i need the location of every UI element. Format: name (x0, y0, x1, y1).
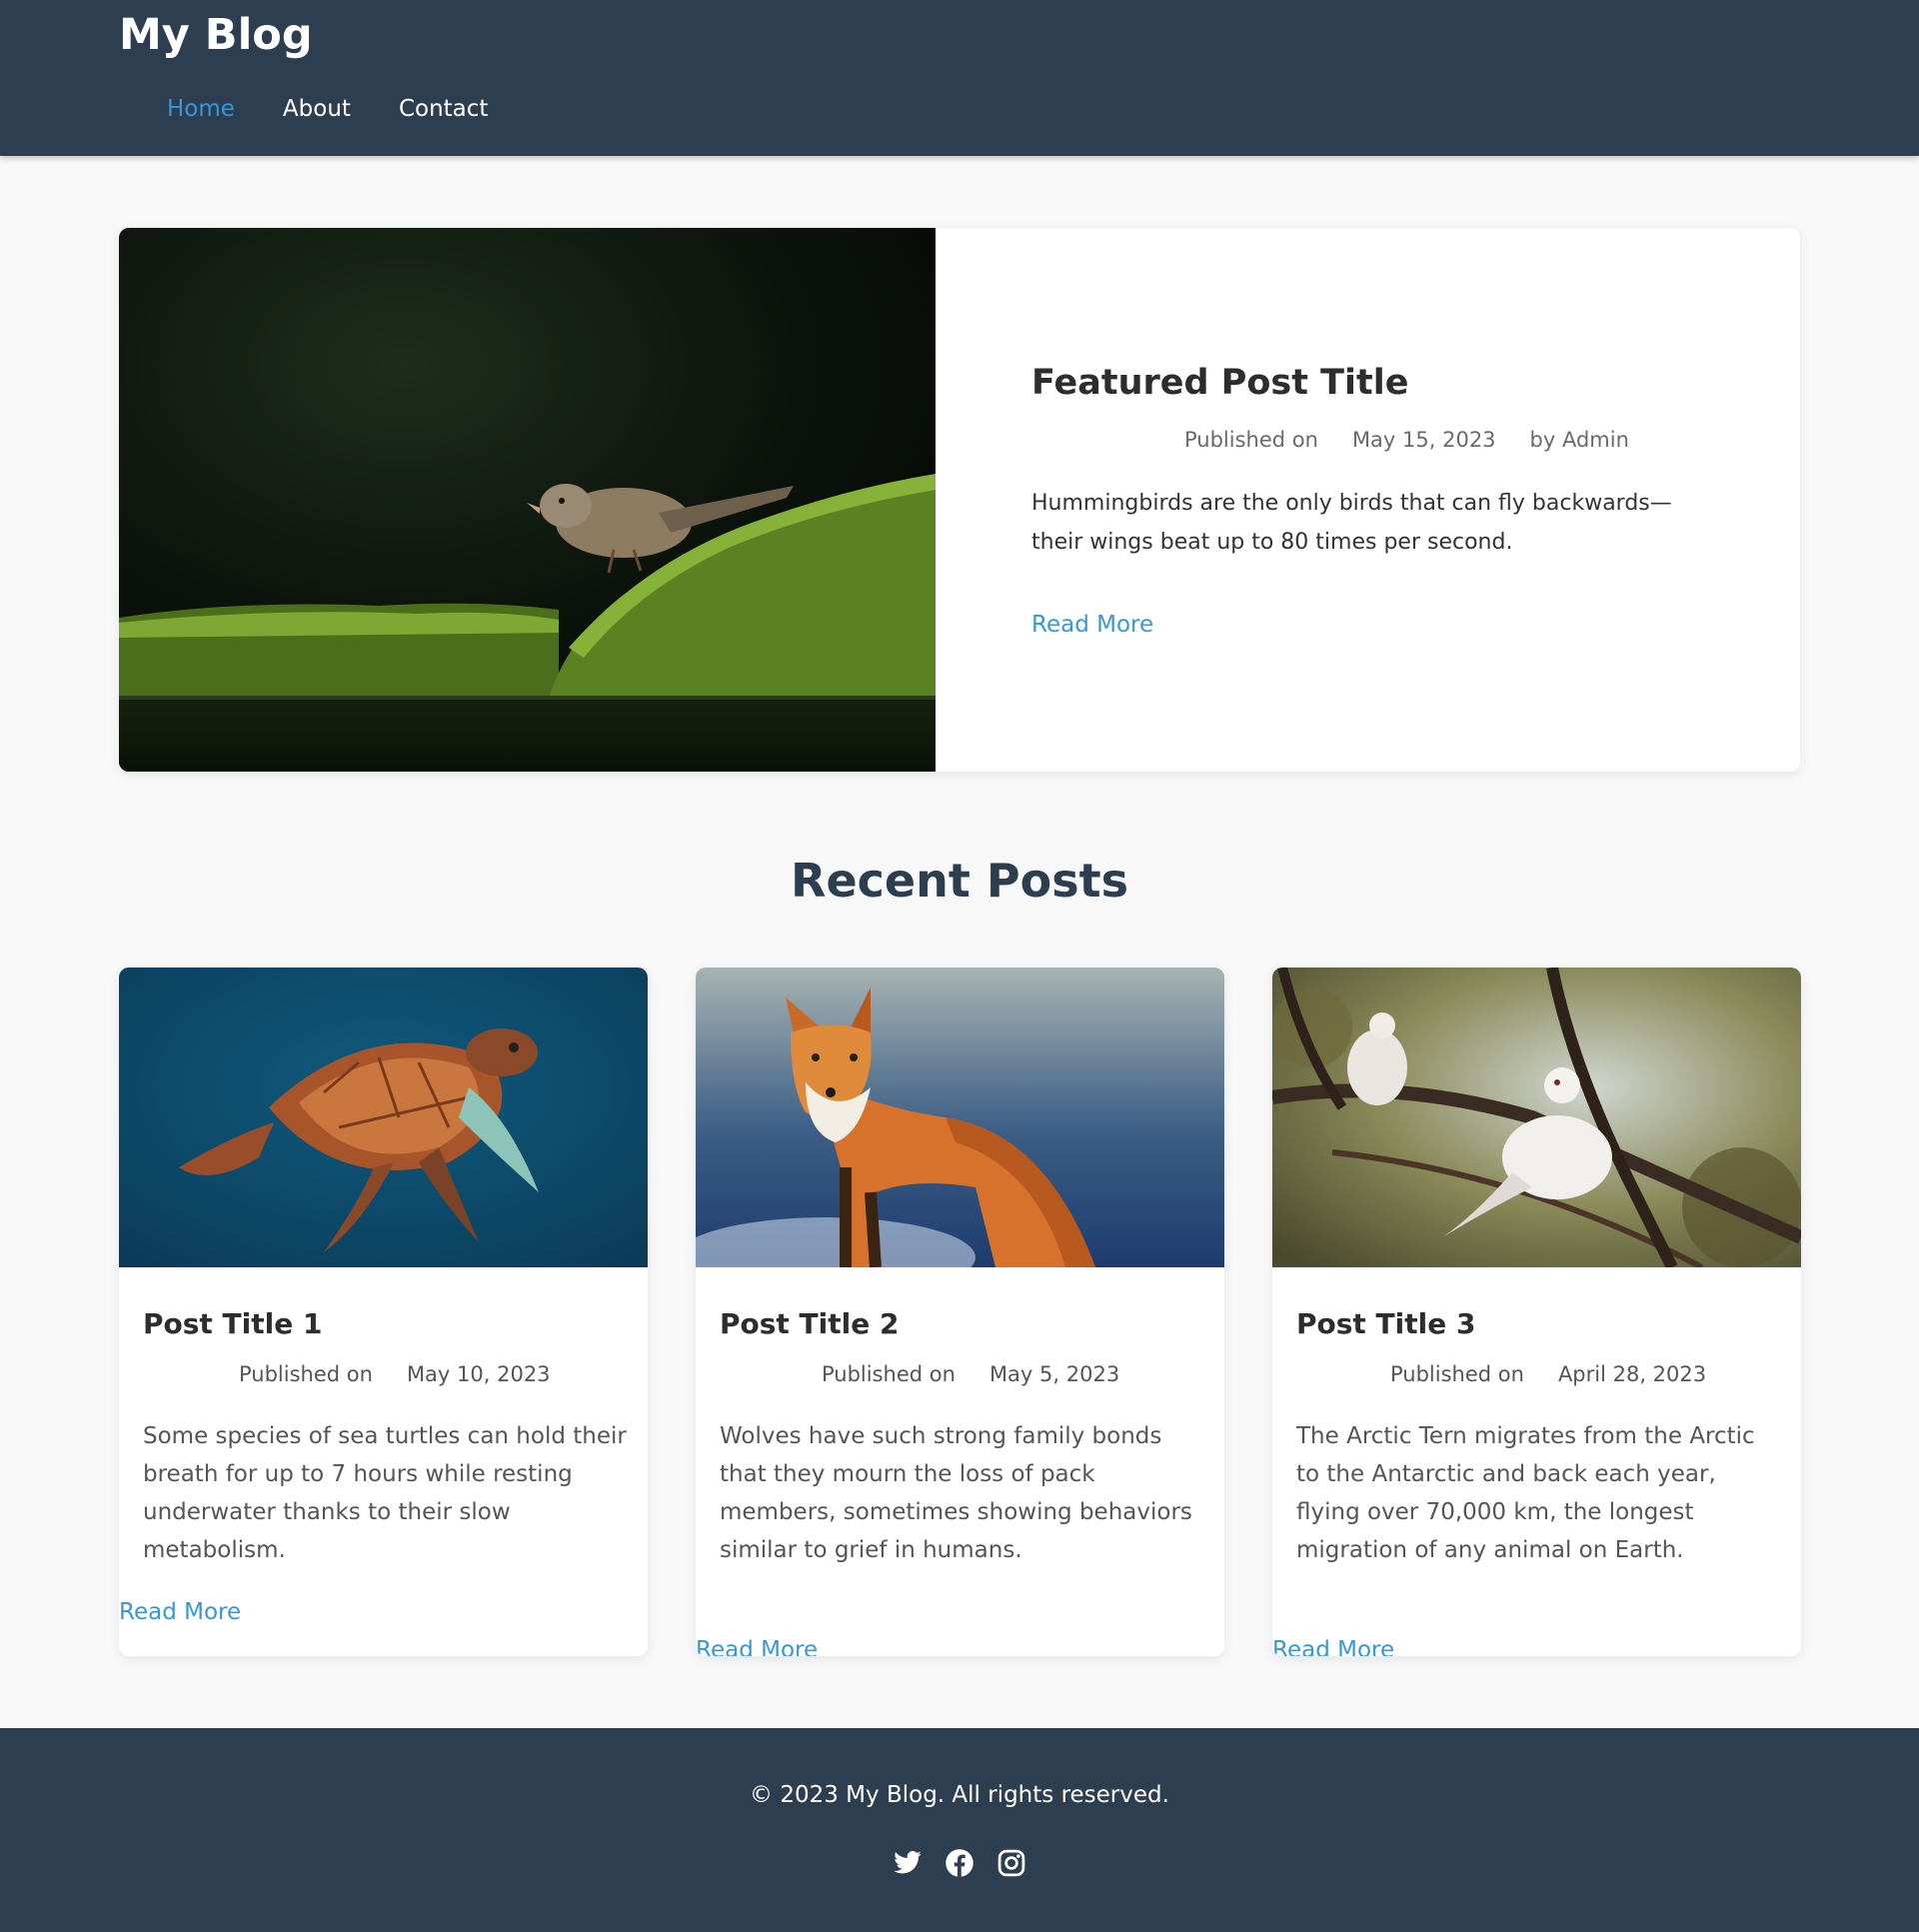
post-card-image[interactable] (1272, 967, 1801, 1267)
nav-contact-link[interactable]: Contact (399, 96, 488, 122)
twitter-icon[interactable] (893, 1848, 923, 1878)
site-header: My Blog Home About Contact (0, 0, 1919, 156)
featured-post-meta: Published on May 15, 2023 by Admin (1184, 428, 1629, 452)
site-title[interactable]: My Blog (119, 10, 313, 60)
site-footer: © 2023 My Blog. All rights reserved. (0, 1728, 1919, 1932)
post-card-meta: Published on April 28, 2023 (1390, 1362, 1706, 1386)
post-card-read-more-link[interactable]: Read More (119, 1599, 241, 1625)
post-card-excerpt: Some species of sea turtles can hold the… (143, 1423, 627, 1563)
facebook-icon[interactable] (945, 1848, 974, 1878)
post-card-meta: Published on May 5, 2023 (822, 1362, 1119, 1386)
nav-home-link[interactable]: Home (167, 96, 235, 122)
post-card-read-more-link[interactable]: Read More (1272, 1637, 1394, 1656)
featured-post-excerpt: Hummingbirds are the only birds that can… (1031, 491, 1672, 555)
post-card-title[interactable]: Post Title 2 (720, 1307, 899, 1340)
post-card-title[interactable]: Post Title 1 (143, 1307, 322, 1340)
post-card: Post Title 1 Published on May 10, 2023 S… (119, 967, 648, 1656)
published-label: Published on (1184, 428, 1318, 452)
post-date: May 5, 2023 (988, 1362, 1120, 1386)
social-links (893, 1848, 1026, 1878)
recent-posts-heading: Recent Posts (791, 854, 1128, 908)
post-date: April 28, 2023 (1557, 1362, 1707, 1386)
post-card-image[interactable] (119, 967, 648, 1267)
post-author: by Admin (1529, 428, 1629, 452)
published-label: Published on (1390, 1362, 1524, 1386)
post-card-read-more-link[interactable]: Read More (696, 1637, 818, 1656)
featured-post-title[interactable]: Featured Post Title (1031, 363, 1409, 403)
post-card-meta: Published on May 10, 2023 (239, 1362, 551, 1386)
post-date: May 15, 2023 (1351, 428, 1496, 452)
post-card-title[interactable]: Post Title 3 (1296, 1307, 1475, 1340)
post-card-image[interactable] (696, 967, 1224, 1267)
copyright-text: © 2023 My Blog. All rights reserved. (750, 1782, 1169, 1808)
nav-about-link[interactable]: About (283, 96, 351, 122)
published-label: Published on (239, 1362, 373, 1386)
featured-post-card: Featured Post Title Published on May 15,… (119, 228, 1800, 772)
main-nav: Home About Contact (167, 96, 488, 122)
instagram-icon[interactable] (996, 1848, 1026, 1878)
post-card-excerpt: The Arctic Tern migrates from the Arctic… (1296, 1423, 1755, 1563)
post-card-excerpt: Wolves have such strong family bonds tha… (720, 1423, 1192, 1563)
published-label: Published on (822, 1362, 956, 1386)
featured-read-more-link[interactable]: Read More (1031, 612, 1153, 638)
post-card: Post Title 2 Published on May 5, 2023 Wo… (696, 967, 1224, 1656)
featured-post-image (119, 228, 936, 772)
post-card: Post Title 3 Published on April 28, 2023… (1272, 967, 1801, 1656)
post-date: May 10, 2023 (406, 1362, 551, 1386)
